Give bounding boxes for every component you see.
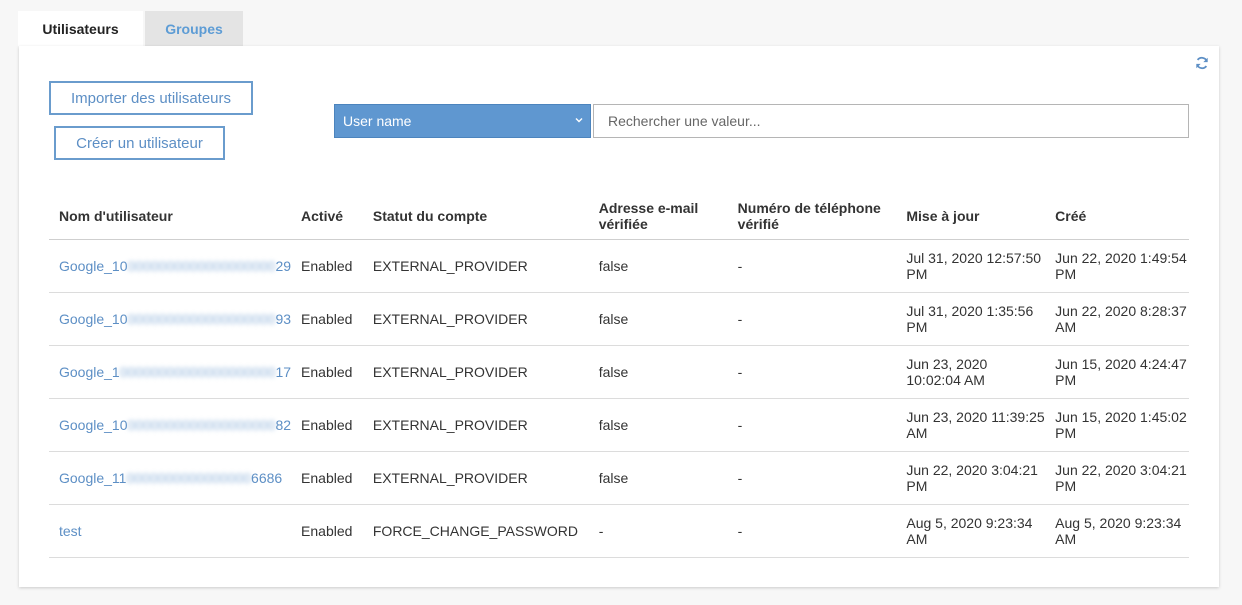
masked-id: 0000000000000000000 [127,416,276,433]
tab-utilisateurs[interactable]: Utilisateurs [18,11,143,46]
phone-verified-cell: - [727,292,897,346]
col-header-username[interactable]: Nom d'utilisateur [49,187,292,240]
email-verified-cell: false [588,398,728,452]
col-header-created[interactable]: Créé [1045,187,1189,240]
create-user-button[interactable]: Créer un utilisateur [54,126,225,160]
table-row: Google_10000000000000000000082 Enabled E… [49,398,1189,452]
email-verified-cell: false [588,239,728,293]
users-panel: Importer des utilisateurs Créer un utili… [19,46,1219,587]
enabled-cell: Enabled [291,398,363,452]
created-cell: Jun 22, 2020 8:28:37 AM [1045,292,1189,346]
search-input[interactable] [593,104,1189,138]
updated-cell: Jun 22, 2020 3:04:21 PM [896,451,1046,505]
table-row: Google_10000000000000000000017 Enabled E… [49,345,1189,399]
username-link[interactable]: test [59,523,82,539]
email-verified-cell: false [588,451,728,505]
created-cell: Jun 15, 2020 1:45:02 PM [1045,398,1189,452]
chevron-down-icon [575,118,583,123]
table-row: test Enabled FORCE_CHANGE_PASSWORD - - A… [49,504,1189,558]
col-header-phone-verified[interactable]: Numéro de téléphone vérifié [727,187,897,240]
phone-verified-cell: - [727,345,897,399]
username-link[interactable]: Google_10000000000000000000017 [59,364,291,380]
enabled-cell: Enabled [291,345,363,399]
table-row: Google_10000000000000000000029 Enabled E… [49,239,1189,293]
email-verified-cell: false [588,345,728,399]
status-cell: FORCE_CHANGE_PASSWORD [362,504,589,558]
username-link[interactable]: Google_10000000000000000000029 [59,258,291,274]
enabled-cell: Enabled [291,504,363,558]
table-header-row: Nom d'utilisateur Activé Statut du compt… [49,187,1189,240]
status-cell: EXTERNAL_PROVIDER [362,451,589,505]
email-verified-cell: false [588,292,728,346]
select-value: User name [343,113,412,129]
updated-cell: Jun 23, 2020 11:39:25 AM [896,398,1046,452]
table-row: Google_1100000000000000006686 Enabled EX… [49,451,1189,505]
import-users-button[interactable]: Importer des utilisateurs [49,81,253,115]
updated-cell: Jul 31, 2020 12:57:50 PM [896,239,1046,293]
tab-bar: Utilisateurs Groupes [18,11,243,46]
phone-verified-cell: - [727,451,897,505]
col-header-updated[interactable]: Mise à jour [896,187,1046,240]
phone-verified-cell: - [727,504,897,558]
masked-id: 0000000000000000000 [127,257,276,274]
tab-groupes[interactable]: Groupes [145,11,243,46]
phone-verified-cell: - [727,239,897,293]
masked-id: 0000000000000000000 [127,310,276,327]
created-cell: Aug 5, 2020 9:23:34 AM [1045,504,1189,558]
table-row: Google_10000000000000000000093 Enabled E… [49,292,1189,346]
status-cell: EXTERNAL_PROVIDER [362,345,589,399]
col-header-status[interactable]: Statut du compte [362,187,589,240]
updated-cell: Jun 23, 2020 10:02:04 AM [896,345,1046,399]
col-header-email-verified[interactable]: Adresse e-mail vérifiée [588,187,728,240]
enabled-cell: Enabled [291,239,363,293]
created-cell: Jun 22, 2020 1:49:54 PM [1045,239,1189,293]
status-cell: EXTERNAL_PROVIDER [362,239,589,293]
email-verified-cell: - [588,504,728,558]
col-header-enabled[interactable]: Activé [291,187,363,240]
refresh-icon[interactable] [1195,56,1209,70]
username-link[interactable]: Google_10000000000000000000093 [59,311,291,327]
enabled-cell: Enabled [291,451,363,505]
masked-id: 00000000000000000000 [119,363,276,380]
status-cell: EXTERNAL_PROVIDER [362,292,589,346]
created-cell: Jun 15, 2020 4:24:47 PM [1045,345,1189,399]
masked-id: 0000000000000000 [126,469,252,486]
status-cell: EXTERNAL_PROVIDER [362,398,589,452]
updated-cell: Jul 31, 2020 1:35:56 PM [896,292,1046,346]
username-link[interactable]: Google_10000000000000000000082 [59,417,291,433]
enabled-cell: Enabled [291,292,363,346]
users-table: Nom d'utilisateur Activé Statut du compt… [49,187,1189,558]
updated-cell: Aug 5, 2020 9:23:34 AM [896,504,1046,558]
search-attribute-select[interactable]: User name [334,104,591,138]
username-link[interactable]: Google_1100000000000000006686 [59,470,282,486]
phone-verified-cell: - [727,398,897,452]
created-cell: Jun 22, 2020 3:04:21 PM [1045,451,1189,505]
